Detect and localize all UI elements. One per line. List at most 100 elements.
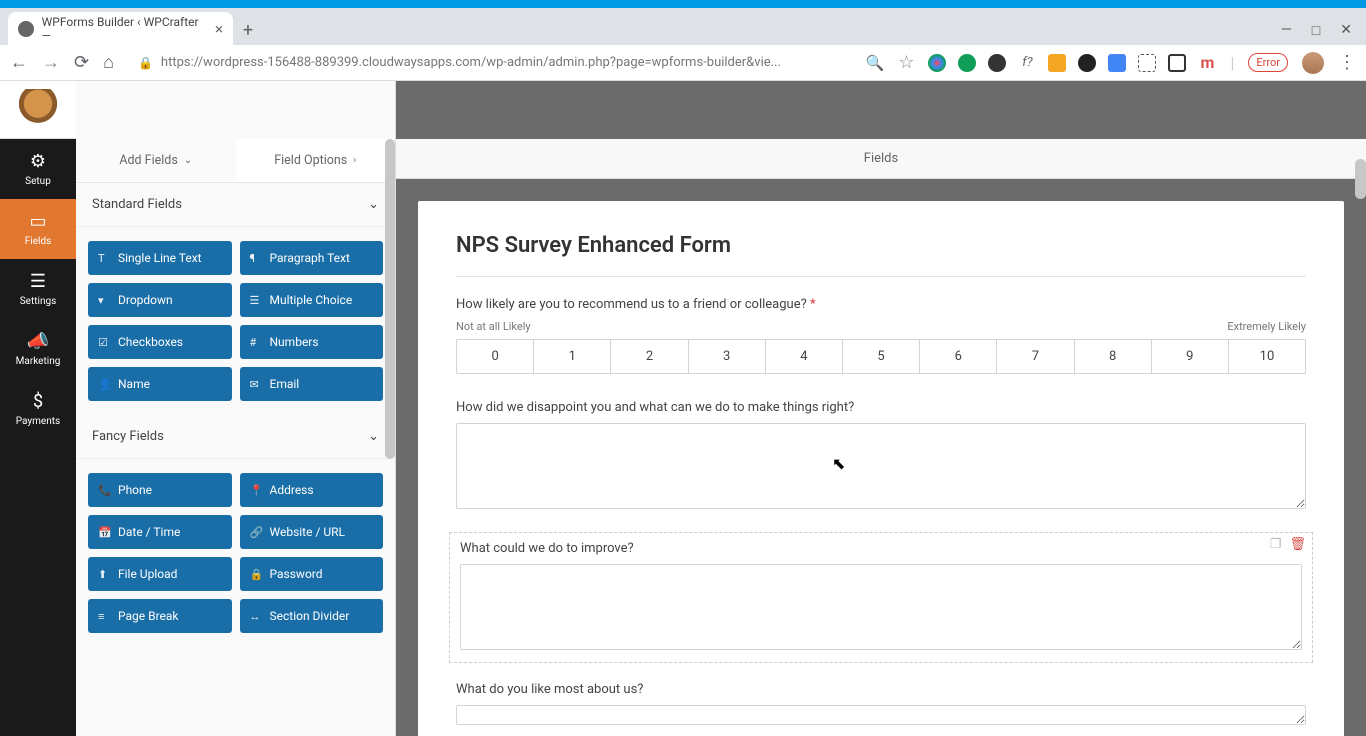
field-type-icon: ↔ — [250, 610, 262, 623]
tab-favicon — [18, 21, 34, 37]
textarea-input[interactable] — [456, 423, 1306, 509]
duplicate-icon[interactable]: ❐ — [1270, 537, 1282, 552]
nps-option[interactable]: 5 — [843, 340, 920, 373]
star-icon[interactable]: ☆ — [898, 52, 914, 73]
reload-button[interactable]: ⟳ — [74, 52, 89, 73]
field-type-button[interactable]: ☰Multiple Choice — [240, 283, 384, 317]
field-type-icon: ¶ — [250, 252, 262, 265]
textarea-input[interactable] — [460, 564, 1302, 650]
error-badge[interactable]: Error — [1248, 53, 1288, 72]
ext-icon[interactable] — [1138, 54, 1156, 72]
nps-option[interactable]: 9 — [1152, 340, 1229, 373]
ext-icon[interactable] — [958, 54, 976, 72]
window-close-icon[interactable]: ✕ — [1340, 22, 1352, 39]
field-type-icon: ▾ — [98, 294, 110, 307]
chevron-down-icon: ⌄ — [184, 155, 192, 166]
textarea-input[interactable] — [456, 705, 1306, 725]
address-bar[interactable]: 🔒 https://wordpress-156488-889399.cloudw… — [128, 55, 852, 70]
field-type-button[interactable]: TSingle Line Text — [88, 241, 232, 275]
panel-scrollbar[interactable] — [385, 139, 395, 459]
extension-icons: f? m — [928, 54, 1216, 72]
ext-icon[interactable] — [1078, 54, 1096, 72]
window-minimize-icon[interactable]: — — [1281, 22, 1292, 39]
profile-avatar[interactable] — [1302, 52, 1324, 74]
nav-setup[interactable]: ⚙Setup — [0, 139, 76, 199]
ext-icon[interactable] — [988, 54, 1006, 72]
ext-icon[interactable]: m — [1198, 54, 1216, 72]
field-type-button[interactable]: ▾Dropdown — [88, 283, 232, 317]
nps-option[interactable]: 7 — [997, 340, 1074, 373]
browser-toolbar: ← → ⟳ ⌂ 🔒 https://wordpress-156488-88939… — [0, 45, 1366, 81]
field-toolbar: ❐ 🗑 — [1270, 537, 1306, 552]
zoom-icon[interactable]: 🔍 — [866, 54, 885, 72]
field-type-icon: ☰ — [250, 294, 262, 307]
field-type-button[interactable]: ¶Paragraph Text — [240, 241, 384, 275]
browser-menu-icon[interactable]: ⋮ — [1338, 52, 1356, 73]
field-type-icon: # — [250, 336, 262, 349]
browser-tabs: WPForms Builder ‹ WPCrafter — × + — □ ✕ — [0, 8, 1366, 45]
field-type-icon: 👤 — [98, 378, 110, 391]
browser-tab[interactable]: WPForms Builder ‹ WPCrafter — × — [8, 12, 233, 45]
field-type-icon: ✉ — [250, 378, 262, 391]
section-standard-fields[interactable]: Standard Fields⌄ — [76, 183, 395, 227]
back-button[interactable]: ← — [10, 52, 28, 73]
nps-option[interactable]: 0 — [457, 340, 534, 373]
field-type-button[interactable]: 👤Name — [88, 367, 232, 401]
ext-icon[interactable] — [1108, 54, 1126, 72]
nps-option[interactable]: 6 — [920, 340, 997, 373]
field-nps[interactable]: How likely are you to recommend us to a … — [456, 297, 1306, 374]
tab-title: WPForms Builder ‹ WPCrafter — — [42, 15, 207, 43]
nps-option[interactable]: 2 — [611, 340, 688, 373]
fields-panel: Add Fields⌄ Field Options› Standard Fiel… — [76, 81, 396, 736]
dollar-icon: $ — [33, 391, 43, 412]
chevron-down-icon: ⌄ — [368, 197, 379, 212]
field-type-button[interactable]: ≡Page Break — [88, 599, 232, 633]
wpforms-logo[interactable] — [0, 81, 76, 139]
nps-option[interactable]: 4 — [766, 340, 843, 373]
field-type-button[interactable]: 🔒Password — [240, 557, 384, 591]
field-type-icon: ≡ — [98, 610, 110, 623]
nav-settings[interactable]: ☰Settings — [0, 259, 76, 319]
nav-fields[interactable]: ▭Fields — [0, 199, 76, 259]
field-type-button[interactable]: ✉Email — [240, 367, 384, 401]
new-tab-button[interactable]: + — [233, 15, 263, 45]
field-type-icon: ☑ — [98, 336, 110, 349]
field-textarea-1[interactable]: How did we disappoint you and what can w… — [456, 400, 1306, 513]
field-type-button[interactable]: ⬆File Upload — [88, 557, 232, 591]
field-type-button[interactable]: #Numbers — [240, 325, 384, 359]
nav-payments[interactable]: $Payments — [0, 379, 76, 439]
delete-icon[interactable]: 🗑 — [1289, 537, 1306, 552]
nps-option[interactable]: 10 — [1229, 340, 1305, 373]
field-type-button[interactable]: 📍Address — [240, 473, 384, 507]
ext-icon[interactable] — [1048, 54, 1066, 72]
field-type-icon: ⬆ — [98, 568, 110, 581]
ext-icon[interactable]: f? — [1018, 54, 1036, 72]
forward-button[interactable]: → — [42, 52, 60, 73]
tab-close-icon[interactable]: × — [215, 20, 223, 38]
nps-option[interactable]: 8 — [1075, 340, 1152, 373]
tab-field-options[interactable]: Field Options› — [236, 139, 396, 182]
canvas-scrollbar[interactable] — [1355, 159, 1366, 199]
field-type-button[interactable]: ↔Section Divider — [240, 599, 384, 633]
nps-option[interactable]: 1 — [534, 340, 611, 373]
gear-icon: ⚙ — [30, 151, 46, 172]
field-type-button[interactable]: ☑Checkboxes — [88, 325, 232, 359]
tab-add-fields[interactable]: Add Fields⌄ — [76, 139, 236, 182]
ext-icon[interactable] — [1168, 54, 1186, 72]
window-maximize-icon[interactable]: □ — [1312, 22, 1320, 39]
nav-marketing[interactable]: 📣Marketing — [0, 319, 76, 379]
field-textarea-2[interactable]: ❐ 🗑 What could we do to improve? — [456, 539, 1306, 656]
section-fancy-fields[interactable]: Fancy Fields⌄ — [76, 415, 395, 459]
ext-icon[interactable] — [928, 54, 946, 72]
field-type-button[interactable]: 📞Phone — [88, 473, 232, 507]
field-textarea-3[interactable]: What do you like most about us? — [456, 682, 1306, 729]
field-type-button[interactable]: 🔗Website / URL — [240, 515, 384, 549]
field-type-icon: 📍 — [250, 484, 262, 497]
form-title[interactable]: NPS Survey Enhanced Form — [456, 233, 1306, 277]
canvas-area: Fields NPS Survey Enhanced Form How like… — [396, 81, 1366, 736]
field-type-icon: 🔒 — [250, 568, 262, 581]
field-type-button[interactable]: 📅Date / Time — [88, 515, 232, 549]
bullhorn-icon: 📣 — [27, 331, 49, 352]
home-button[interactable]: ⌂ — [103, 52, 114, 73]
nps-option[interactable]: 3 — [689, 340, 766, 373]
